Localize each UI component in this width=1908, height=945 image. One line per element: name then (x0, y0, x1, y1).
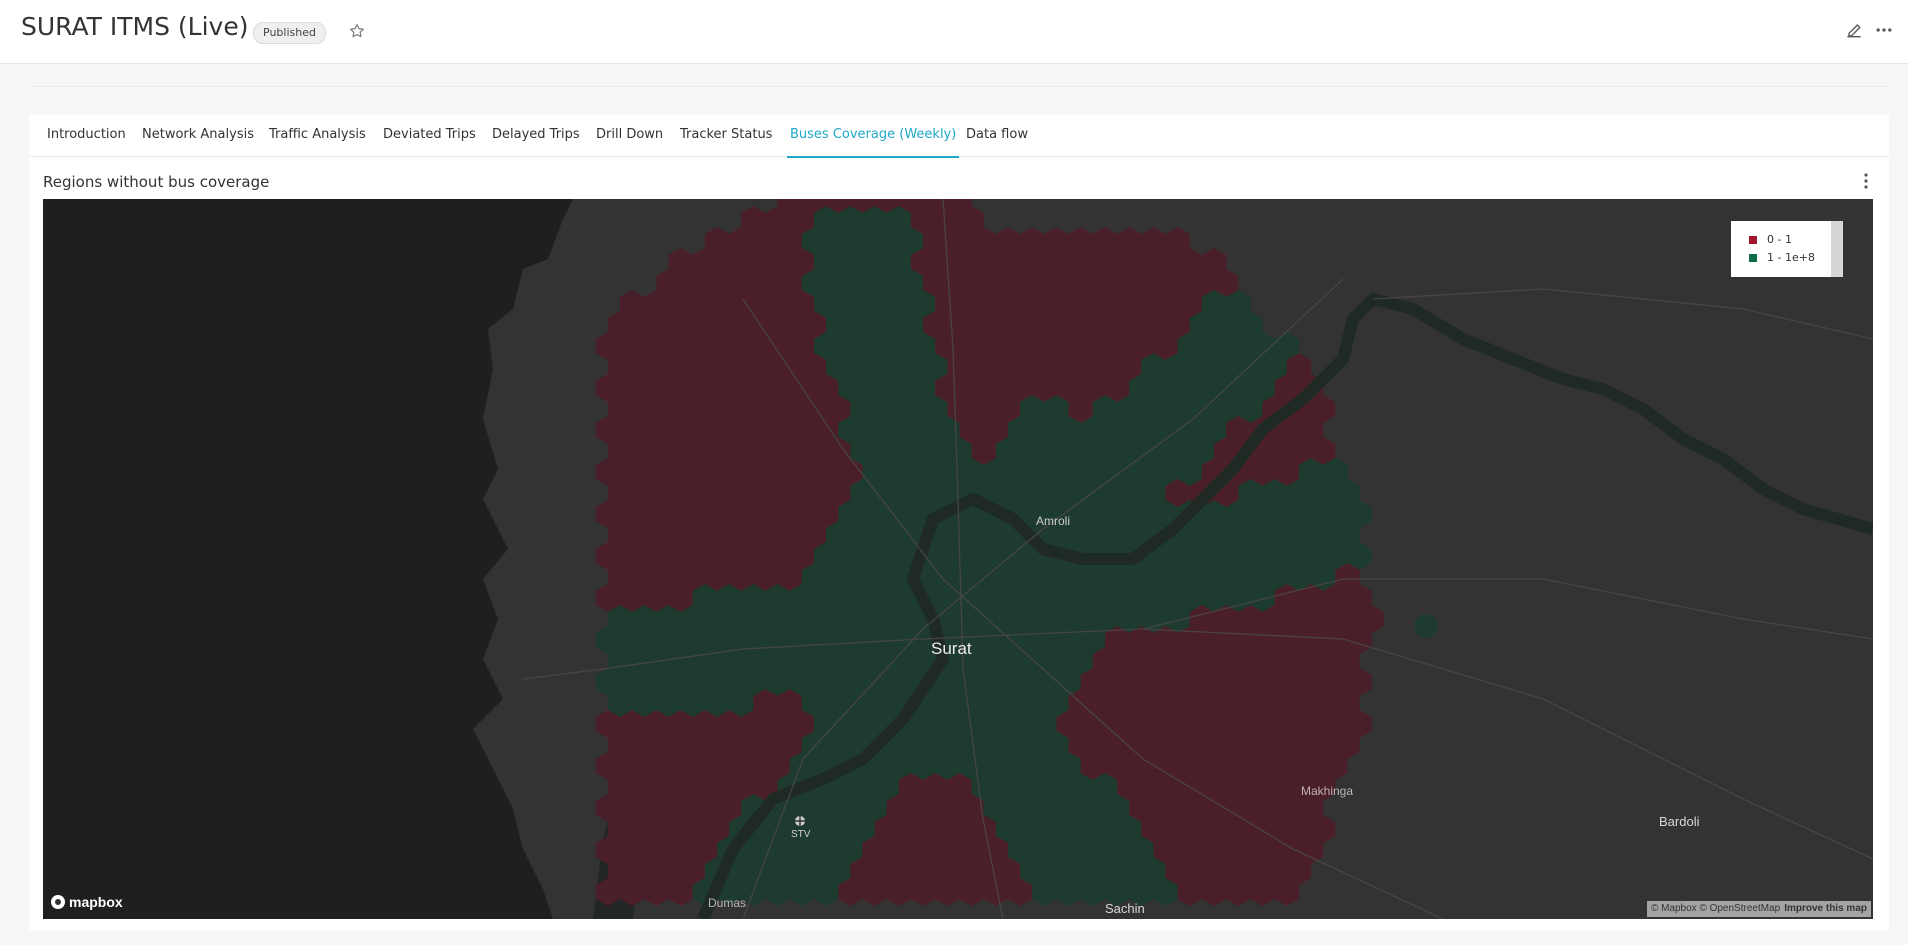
place-label-sachin: Sachin (1105, 901, 1145, 916)
dashboard-title: SURAT ITMS (Live) (21, 12, 249, 41)
chart-title: Regions without bus coverage (43, 173, 270, 191)
map-attribution: © Mapbox © OpenStreetMap Improve this map (1646, 901, 1871, 917)
legend-item-uncovered: 0 - 1 (1749, 233, 1792, 246)
legend-label-covered: 1 - 1e+8 (1767, 251, 1815, 264)
improve-map-link[interactable]: Improve this map (1784, 903, 1867, 914)
tab-network-analysis[interactable]: Network Analysis (142, 115, 254, 156)
place-label-stv: STV (791, 829, 811, 840)
mapbox-logo[interactable]: mapbox (51, 894, 123, 910)
place-label-dumas: Dumas (708, 896, 747, 910)
sea (43, 199, 573, 919)
place-label-surat: Surat (931, 639, 972, 658)
dashboard-panel: Introduction Network Analysis Traffic An… (29, 115, 1889, 930)
map-legend: 0 - 1 1 - 1e+8 (1731, 221, 1843, 277)
dashboard-header: SURAT ITMS (Live) Published (0, 0, 1908, 64)
dashboard-tabs: Introduction Network Analysis Traffic An… (29, 115, 1889, 158)
legend-scrollbar[interactable] (1831, 221, 1843, 277)
more-horizontal-icon[interactable] (1874, 20, 1894, 40)
legend-swatch-uncovered (1749, 236, 1757, 244)
place-label-makhinga: Makhinga (1301, 784, 1354, 798)
tab-deviated-trips[interactable]: Deviated Trips (383, 115, 476, 156)
coverage-map[interactable]: Amroli Surat Makhinga Bardoli STV Dumas … (43, 199, 1873, 919)
legend-label-uncovered: 0 - 1 (1767, 233, 1792, 246)
tab-data-flow[interactable]: Data flow (966, 115, 1028, 156)
tab-drill-down[interactable]: Drill Down (596, 115, 663, 156)
published-status-badge: Published (253, 22, 326, 44)
place-label-bardoli: Bardoli (1659, 814, 1700, 829)
legend-item-covered: 1 - 1e+8 (1749, 251, 1815, 264)
hex-cell (1414, 614, 1438, 638)
airport-icon (795, 816, 805, 826)
tab-buses-coverage-weekly[interactable]: Buses Coverage (Weekly) (787, 115, 960, 158)
more-vertical-icon[interactable] (1860, 172, 1872, 190)
tab-tracker-status[interactable]: Tracker Status (680, 115, 772, 156)
tab-traffic-analysis[interactable]: Traffic Analysis (269, 115, 366, 156)
tab-introduction[interactable]: Introduction (47, 115, 126, 156)
legend-swatch-covered (1749, 254, 1757, 262)
map-canvas (43, 199, 1873, 919)
edit-icon[interactable] (1844, 20, 1864, 40)
star-icon[interactable] (348, 22, 366, 40)
tab-delayed-trips[interactable]: Delayed Trips (492, 115, 580, 156)
filter-bar-divider (29, 86, 1889, 99)
place-label-amroli: Amroli (1036, 514, 1071, 528)
attribution-credits[interactable]: © Mapbox © OpenStreetMap (1651, 903, 1780, 914)
